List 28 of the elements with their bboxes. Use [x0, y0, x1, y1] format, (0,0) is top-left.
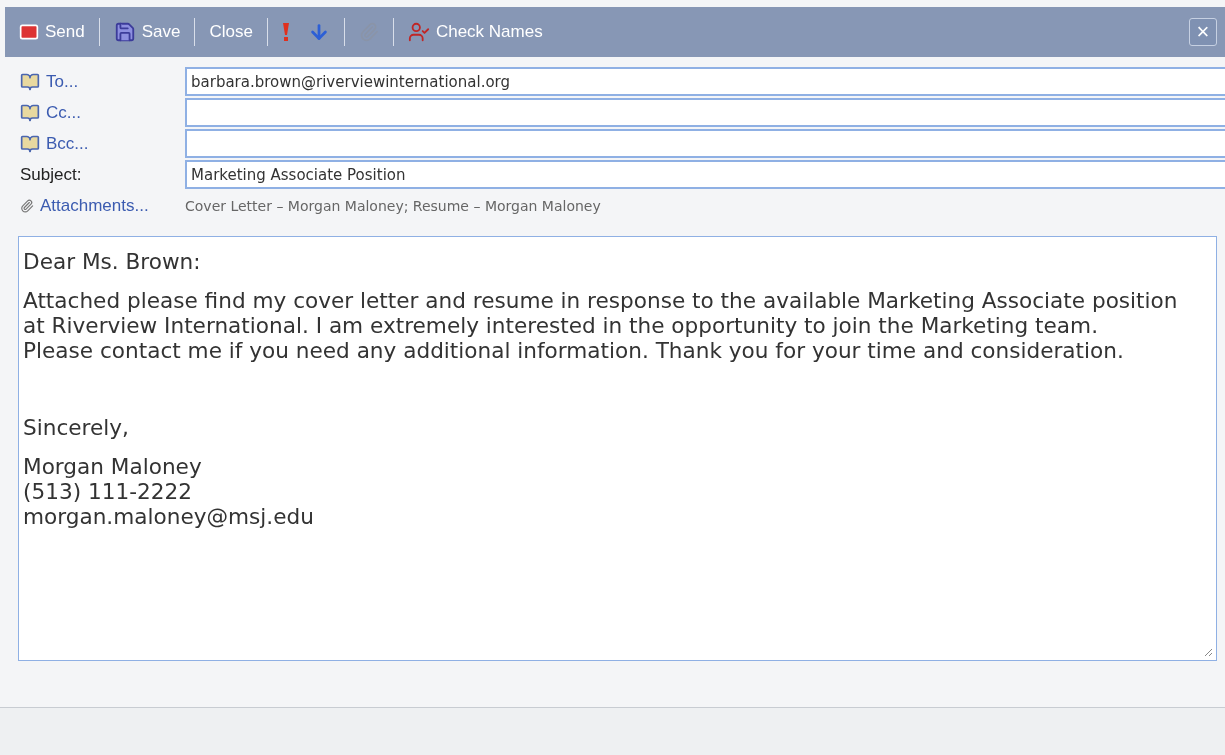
body-paragraph: Attached please find my cover letter and resume in response to the available Marketing Associate position at Riverview International. I am extremely interested in the opportunity to join the Marketing team. Please contact me if you need any additional information. Thank you for your time and consideration.: [23, 288, 1179, 363]
toolbar-button[interactable]: Close: [205, 20, 257, 44]
body-paragraph: Sincerely,: [23, 415, 130, 440]
recipient-link[interactable]: To...: [46, 71, 79, 92]
exclamation-icon: [281, 22, 290, 42]
recipient-link[interactable]: Bcc...: [46, 133, 89, 154]
address-book-icon: [20, 102, 40, 123]
resize-grip-icon[interactable]: [1203, 647, 1213, 657]
person-check-icon: [407, 21, 430, 43]
input-field[interactable]: barbara.brown@riverviewinternational.org: [185, 67, 1225, 96]
message-body[interactable]: [18, 236, 1217, 661]
toolbar-button[interactable]: Check Names: [403, 19, 547, 45]
body-paragraph: Morgan Maloney (513) 111-2222 morgan.maloney@msj.edu: [23, 454, 315, 529]
body-paragraph: Dear Ms. Brown:: [23, 249, 202, 274]
recipient-link[interactable]: Cc...: [46, 102, 81, 123]
input-field[interactable]: [185, 129, 1225, 158]
input-field[interactable]: [185, 98, 1225, 127]
paperclip-icon: [20, 198, 34, 213]
attachments-link[interactable]: Attachments...: [40, 195, 149, 216]
toolbar-button[interactable]: Save: [109, 19, 185, 45]
address-book-icon: [20, 71, 40, 92]
save-icon: [113, 21, 136, 43]
subject-label: Subject:: [20, 164, 82, 185]
address-book-icon: [20, 133, 40, 154]
close-button[interactable]: ×: [1189, 18, 1217, 46]
input-field[interactable]: Marketing Associate Position: [185, 160, 1225, 189]
attachment-list: Cover Letter – Morgan Maloney; Resume – Morgan Maloney: [185, 197, 601, 214]
toolbar-button[interactable]: Send: [15, 20, 89, 44]
